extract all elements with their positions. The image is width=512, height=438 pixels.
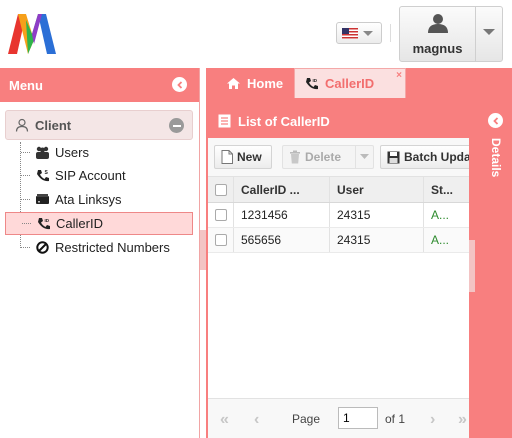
list-toolbar: New Delete Batch Upda: [208, 138, 469, 177]
tree-connector: [21, 247, 30, 248]
trash-icon: [289, 150, 301, 164]
sidebar-item-label: Restricted Numbers: [55, 240, 170, 255]
close-icon[interactable]: ×: [396, 70, 402, 81]
sidebar-item-label: Users: [55, 145, 89, 160]
multicolor-m-logo-icon: [8, 10, 56, 56]
tab-label: Home: [247, 76, 284, 91]
user-name: magnus: [412, 41, 463, 56]
tab-home[interactable]: Home: [214, 69, 296, 98]
chevron-down-icon[interactable]: [355, 146, 373, 168]
menu-panel: Menu Client Users S SIP Account Ata Link…: [0, 68, 200, 438]
user-silhouette-icon: [426, 13, 450, 33]
row-checkbox[interactable]: [214, 209, 227, 221]
collapse-menu-button[interactable]: [172, 77, 187, 92]
new-document-icon: [221, 150, 233, 164]
user-menu-dropdown[interactable]: [475, 6, 503, 62]
sidebar-item-label: Ata Linksys: [55, 192, 122, 207]
sidebar-item-ata-linksys[interactable]: Ata Linksys: [5, 188, 193, 211]
delete-button-label: Delete: [305, 150, 342, 164]
status-cell: A...: [431, 233, 450, 247]
row-select-cell: [208, 228, 234, 252]
tree-node-label: Client: [35, 117, 72, 133]
grid-header-row: CallerID ... User St...: [208, 177, 469, 203]
list-title: List of CallerID: [238, 113, 330, 129]
select-all-checkbox[interactable]: [214, 183, 227, 196]
column-header-user[interactable]: User: [330, 177, 424, 202]
table-row[interactable]: 565656 24315 A...: [208, 228, 469, 253]
details-panel-collapsed[interactable]: Details: [481, 104, 512, 438]
chevron-down-icon: [363, 30, 373, 36]
phone-signal-icon: S: [35, 168, 50, 183]
menu-header: Menu: [0, 68, 199, 102]
svg-text:ID: ID: [313, 78, 318, 83]
sidebar-item-users[interactable]: Users: [5, 141, 193, 164]
first-page-icon[interactable]: «: [220, 411, 229, 429]
sidebar-item-restricted-numbers[interactable]: Restricted Numbers: [5, 236, 193, 259]
save-disk-icon: [387, 151, 400, 164]
collapse-node-icon[interactable]: [169, 118, 184, 133]
expand-details-button[interactable]: [488, 113, 503, 128]
user-menu-button[interactable]: magnus: [399, 6, 476, 62]
page-count-label: of 1: [385, 412, 406, 426]
pager: « ‹ Page of 1 › »: [208, 398, 469, 438]
page-number-input[interactable]: [338, 407, 378, 429]
details-label: Details: [489, 138, 503, 178]
ata-device-icon: [35, 192, 50, 207]
list-icon: [218, 114, 231, 128]
row-select-cell: [208, 203, 234, 227]
group-icon: [35, 145, 50, 160]
home-icon: [226, 77, 241, 90]
callerid-phone-icon: ID: [36, 216, 51, 231]
menu-title: Menu: [9, 77, 43, 93]
chevron-down-icon: [483, 29, 495, 35]
no-entry-icon: [35, 240, 50, 255]
us-flag-icon: [342, 27, 358, 39]
column-header-status[interactable]: St...: [424, 177, 469, 202]
callerid-phone-icon: ID: [305, 77, 319, 91]
callerid-cell: 1231456: [234, 203, 330, 227]
column-header-callerid[interactable]: CallerID ...: [234, 177, 330, 202]
callerid-list-panel: List of CallerID New Delete Batch Upda C…: [208, 104, 469, 438]
svg-text:ID: ID: [44, 218, 49, 223]
list-header: List of CallerID: [208, 104, 469, 138]
svg-text:S: S: [44, 170, 48, 176]
tree-connector: [22, 223, 31, 224]
tree-node-client[interactable]: Client: [5, 110, 193, 140]
new-button[interactable]: New: [214, 145, 272, 169]
delete-button[interactable]: Delete: [282, 145, 374, 169]
tab-bar: Home ID CallerID ×: [206, 68, 512, 98]
user-cell: 24315: [330, 203, 424, 227]
tree-connector: [21, 152, 30, 153]
status-cell: A...: [431, 208, 450, 222]
tab-callerid[interactable]: ID CallerID ×: [294, 68, 406, 98]
right-panel-splitter[interactable]: [469, 240, 475, 292]
chevron-left-icon: [176, 80, 182, 89]
tab-label: CallerID: [325, 76, 375, 91]
last-page-icon[interactable]: »: [458, 411, 467, 429]
callerid-grid: CallerID ... User St... 1231456 24315 A.…: [208, 177, 469, 253]
sidebar-item-label: SIP Account: [55, 168, 126, 183]
row-checkbox[interactable]: [214, 234, 227, 246]
sidebar-item-callerid[interactable]: ID CallerID: [5, 212, 193, 235]
person-outline-icon: [14, 118, 29, 133]
sidebar-item-label: CallerID: [56, 216, 103, 231]
callerid-cell: 565656: [234, 228, 330, 252]
tree-connector: [21, 175, 30, 176]
page-label: Page: [292, 412, 321, 426]
new-button-label: New: [237, 150, 262, 164]
batch-update-label: Batch Upda: [404, 150, 469, 164]
user-cell: 24315: [330, 228, 424, 252]
previous-page-icon[interactable]: ‹: [254, 411, 259, 429]
chevron-left-icon: [492, 116, 498, 125]
top-bar: magnus: [0, 0, 512, 68]
table-row[interactable]: 1231456 24315 A...: [208, 203, 469, 228]
language-dropdown[interactable]: [336, 22, 382, 44]
batch-update-button[interactable]: Batch Upda: [380, 145, 469, 169]
sidebar-item-sip-account[interactable]: S SIP Account: [5, 164, 193, 187]
next-page-icon[interactable]: ›: [430, 411, 435, 429]
divider: [390, 24, 391, 42]
select-all-cell: [208, 177, 234, 202]
tree-connector: [21, 199, 30, 200]
